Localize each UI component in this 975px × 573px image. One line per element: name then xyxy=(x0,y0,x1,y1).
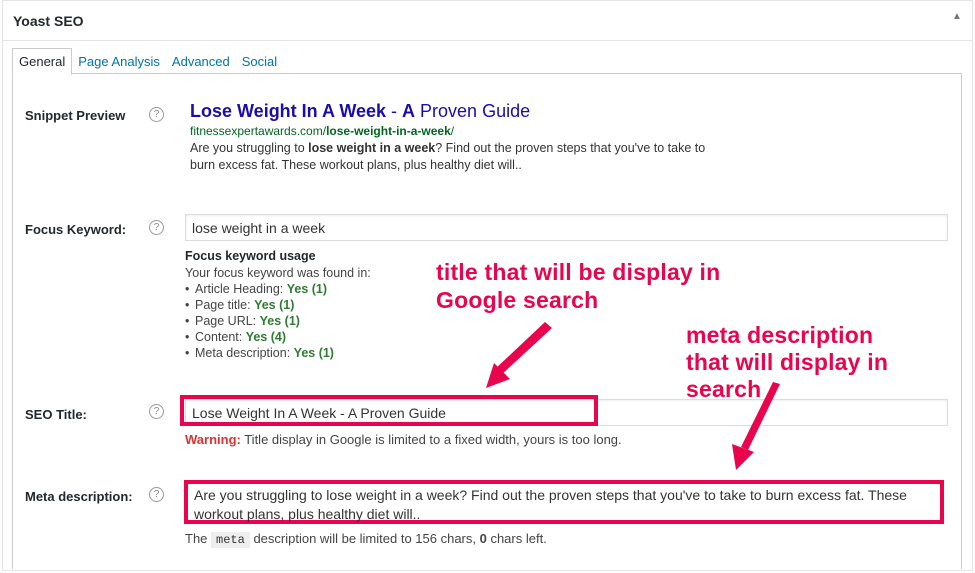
list-item: Page URL: Yes (1) xyxy=(185,314,371,330)
focus-keyword-label: Focus Keyword: xyxy=(25,222,127,237)
seo-title-warning: Warning: Title display in Google is limi… xyxy=(185,432,622,447)
focus-keyword-input[interactable]: lose weight in a week xyxy=(185,214,948,241)
list-item: Article Heading: Yes (1) xyxy=(185,282,371,298)
focus-keyword-usage: Focus keyword usage Your focus keyword w… xyxy=(185,249,371,362)
tab-advanced[interactable]: Advanced xyxy=(166,49,236,74)
tab-page-analysis[interactable]: Page Analysis xyxy=(72,49,166,74)
panel-title: Yoast SEO xyxy=(3,1,972,41)
tab-social[interactable]: Social xyxy=(236,49,283,74)
question-circle-icon[interactable]: ? xyxy=(149,107,164,122)
tab-bar: General Page Analysis Advanced Social xyxy=(12,48,283,75)
usage-title: Focus keyword usage xyxy=(185,249,316,263)
usage-intro: Your focus keyword was found in: xyxy=(185,266,371,280)
annotation-title-note: title that will be display in Google sea… xyxy=(436,259,721,313)
question-circle-icon[interactable]: ? xyxy=(149,404,164,419)
tab-general[interactable]: General xyxy=(12,48,73,75)
snippet-title: Lose Weight In A Week - A Proven Guide xyxy=(190,101,531,121)
usage-list: Article Heading: Yes (1) Page title: Yes… xyxy=(185,282,371,362)
snippet-description: Are you struggling to lose weight in a w… xyxy=(190,141,706,172)
list-item: Content: Yes (4) xyxy=(185,330,371,346)
question-circle-icon[interactable]: ? xyxy=(149,220,164,235)
seo-title-label: SEO Title: xyxy=(25,407,87,422)
list-item: Page title: Yes (1) xyxy=(185,298,371,314)
list-item: Meta description: Yes (1) xyxy=(185,346,371,362)
snippet-url: fitnessexpertawards.com/lose-weight-in-a… xyxy=(190,124,455,138)
meta-description-note: The meta description will be limited to … xyxy=(185,531,547,548)
seo-title-highlight xyxy=(180,395,598,426)
annotation-meta-note: meta description that will display in se… xyxy=(686,322,889,402)
meta-description-input[interactable]: Are you struggling to lose weight in a w… xyxy=(184,480,944,524)
question-circle-icon[interactable]: ? xyxy=(149,487,164,502)
snippet-preview-label: Snippet Preview xyxy=(25,108,126,123)
collapse-toggle-icon[interactable]: ▲ xyxy=(952,11,966,25)
meta-description-label: Meta description: xyxy=(25,489,133,504)
